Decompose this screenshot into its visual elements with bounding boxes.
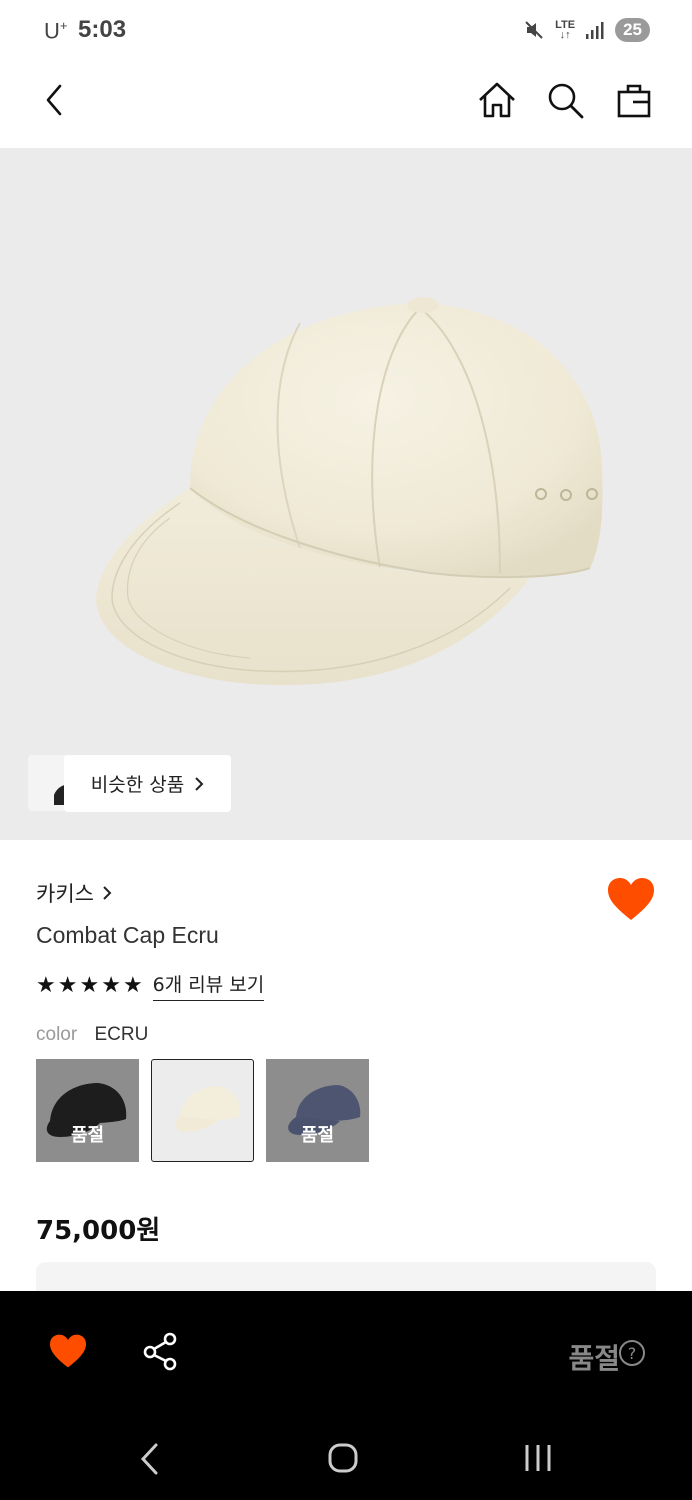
signal-icon (586, 22, 604, 39)
lte-indicator: LTE ↓↑ (555, 19, 576, 41)
color-label: color (36, 1024, 78, 1045)
carrier-label: U+ (44, 18, 68, 44)
review-link[interactable]: 6개 리뷰 보기 (152, 970, 265, 1001)
system-home-icon[interactable] (327, 1442, 359, 1478)
product-name: Combat Cap Ecru (36, 922, 219, 948)
star-icon: ★ (79, 972, 100, 998)
swatch-ecru[interactable] (151, 1059, 254, 1162)
home-icon[interactable] (475, 78, 519, 122)
color-value: ECRU (94, 1024, 149, 1045)
top-nav (0, 62, 692, 148)
svg-text:?: ? (628, 1344, 637, 1363)
status-icons: LTE ↓↑ 25 (523, 18, 650, 42)
star-icon: ★ (36, 972, 56, 998)
similar-products-label: 비슷한 상품 (90, 774, 185, 796)
status-bar: U+ 5:03 LTE ↓↑ 25 (0, 0, 692, 62)
rating-row: ★ ★ ★ ★ ★ 6개 리뷰 보기 (36, 970, 265, 1001)
favorite-heart-icon[interactable] (606, 876, 656, 922)
swatch-black[interactable]: 품절 (36, 1059, 139, 1162)
rating-stars: ★ ★ ★ ★ ★ (36, 972, 143, 998)
bottom-action-bar: 품절 ? (0, 1291, 692, 1412)
soldout-status: 품절 (568, 1342, 620, 1375)
system-back-icon[interactable] (138, 1442, 162, 1480)
star-icon: ★ (101, 972, 121, 998)
share-icon[interactable] (140, 1331, 180, 1375)
battery-badge: 25 (615, 18, 650, 42)
star-icon: ★ (57, 972, 78, 998)
star-icon: ★ (122, 972, 143, 998)
back-icon[interactable] (32, 78, 76, 122)
chevron-right-icon (103, 886, 112, 900)
price: 75,000원 (36, 1216, 161, 1246)
soldout-label: 품절 (70, 1125, 105, 1146)
search-icon[interactable] (543, 78, 587, 122)
similar-products-button[interactable]: 비슷한 상품 (64, 755, 231, 812)
soldout-label: 품절 (300, 1125, 335, 1146)
status-time: 5:03 (78, 16, 127, 43)
system-nav-bar (0, 1412, 692, 1500)
system-recents-icon[interactable] (522, 1442, 554, 1478)
chevron-right-icon (195, 776, 204, 791)
brand-link[interactable]: 카키스 (36, 878, 112, 908)
swatch-navy[interactable]: 품절 (266, 1059, 369, 1162)
product-image[interactable] (0, 148, 692, 840)
brand-name: 카키스 (36, 882, 94, 906)
help-icon[interactable]: ? (618, 1339, 646, 1371)
cap-illustration (96, 297, 603, 686)
like-heart-icon[interactable] (48, 1333, 88, 1373)
color-row: color ECRU (36, 1024, 148, 1046)
color-swatches: 품절 품절 (36, 1059, 369, 1162)
mute-icon (525, 21, 543, 39)
shopping-bag-icon[interactable] (612, 78, 656, 122)
